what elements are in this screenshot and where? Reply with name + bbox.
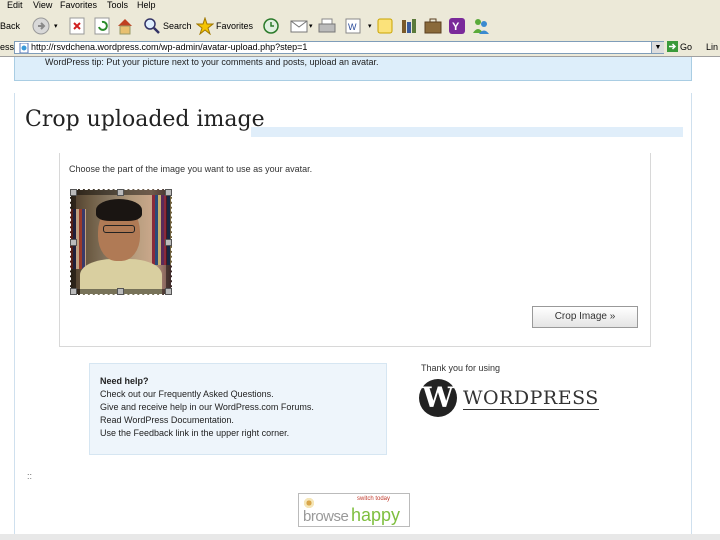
tip-text: WordPress tip: Put your picture next to … [45,57,379,67]
back-button[interactable]: Back [0,15,20,37]
menu-view[interactable]: View [33,0,52,11]
address-dropdown-icon[interactable]: ▼ [651,42,664,53]
crop-handle-sw[interactable] [70,288,77,295]
favorites-button[interactable]: Favorites [196,15,253,37]
page-title: Crop uploaded image [25,107,265,132]
star-icon [196,17,214,35]
search-icon [144,18,160,34]
heading-rule [251,127,683,137]
discuss-button[interactable] [376,15,394,37]
msn-button[interactable] [472,15,490,37]
wordpress-w-icon: W [419,379,457,417]
mail-button[interactable]: ▾ [290,15,313,37]
links-toolbar[interactable]: Lin [706,42,718,52]
briefcase-icon [424,18,442,34]
home-button[interactable] [116,15,134,37]
page-viewport: WordPress tip: Put your picture next to … [0,57,720,540]
forward-dropdown-icon[interactable]: ▾ [54,22,58,30]
research-button[interactable] [400,15,418,37]
help-faq-link[interactable]: Check out our Frequently Asked Questions… [100,389,274,399]
help-forums-link[interactable]: Give and receive help in our WordPress.c… [100,402,314,412]
crop-handle-n[interactable] [117,189,124,196]
history-icon [263,18,279,34]
svg-text:W: W [348,22,357,32]
msn-buddy-icon [473,19,489,34]
wordpress-wordmark: WORDPRESS [463,386,599,410]
refresh-icon [94,17,110,35]
edit-button[interactable]: W ▾ [344,15,372,37]
status-strip [0,534,720,540]
edit-dropdown-icon[interactable]: ▾ [368,22,372,30]
forward-icon [32,17,50,35]
address-bar: ess http://rsvdchena.wordpress.com/wp-ad… [0,40,720,57]
go-label: Go [680,41,693,52]
forward-button[interactable]: ▾ [32,15,58,37]
tip-notice: WordPress tip: Put your picture next to … [14,57,692,81]
menu-bar: Edit View Favorites Tools Help [0,0,720,12]
menu-help[interactable]: Help [137,0,156,11]
address-url: http://rsvdchena.wordpress.com/wp-admin/… [31,42,308,52]
crop-handle-s[interactable] [117,288,124,295]
thanks-text: Thank you for using [421,363,501,373]
refresh-button[interactable] [93,15,111,37]
address-input[interactable]: http://rsvdchena.wordpress.com/wp-admin/… [14,41,664,54]
search-button[interactable]: Search [143,15,192,37]
menu-favorites[interactable]: Favorites [60,0,97,11]
word-icon: W [345,18,361,34]
mail-icon [290,20,308,33]
mail-dropdown-icon[interactable]: ▾ [309,22,313,30]
go-button[interactable]: Go [667,41,692,52]
crop-handle-e[interactable] [165,239,172,246]
print-icon [318,18,336,33]
svg-text:Y: Y [452,21,460,33]
crop-image-button[interactable]: Crop Image » [532,306,638,328]
browsehappy-right: happy [351,505,401,525]
crop-handle-ne[interactable] [165,189,172,196]
help-feedback-text: Use the Feedback link in the upper right… [100,428,290,438]
go-arrow-icon [667,41,678,52]
page-icon [19,43,29,53]
wordpress-logo[interactable]: W WORDPRESS [419,379,599,417]
browsehappy-tag: switch today [357,496,391,502]
crop-handle-nw[interactable] [70,189,77,196]
crop-instructions: Choose the part of the image you want to… [69,164,313,174]
crop-handle-w[interactable] [70,239,77,246]
yahoo-icon: Y [449,18,465,34]
note-icon [377,18,393,34]
crop-area: Choose the part of the image you want to… [59,153,651,347]
browser-toolbar: Back ▾ Search Favorites ▾ W ▾ Y [0,12,720,41]
avatar-photo[interactable] [70,189,172,295]
footer-mark: :: [27,471,33,481]
crop-selection[interactable] [70,189,172,295]
research-icon [402,19,416,33]
search-label: Search [163,21,192,31]
menu-tools[interactable]: Tools [107,0,128,11]
crop-handle-se[interactable] [165,288,172,295]
print-button[interactable] [318,15,336,37]
help-docs-link[interactable]: Read WordPress Documentation. [100,415,234,425]
help-box: Need help? Check out our Frequently Aske… [89,363,387,455]
history-button[interactable] [262,15,280,37]
yahoo-button[interactable]: Y [448,15,466,37]
help-title: Need help? [100,376,149,386]
back-label: Back [0,21,21,31]
stop-button[interactable] [68,15,86,37]
home-icon [118,19,132,35]
content-panel: Crop uploaded image Choose the part of t… [14,93,692,540]
browsehappy-badge[interactable]: switch today browse happy [298,493,410,527]
browsehappy-left: browse [303,508,349,525]
address-label: ess [0,42,15,52]
menu-edit[interactable]: Edit [7,0,23,11]
favorites-label: Favorites [216,21,254,31]
stop-icon [69,17,85,35]
messenger-button[interactable] [424,15,442,37]
